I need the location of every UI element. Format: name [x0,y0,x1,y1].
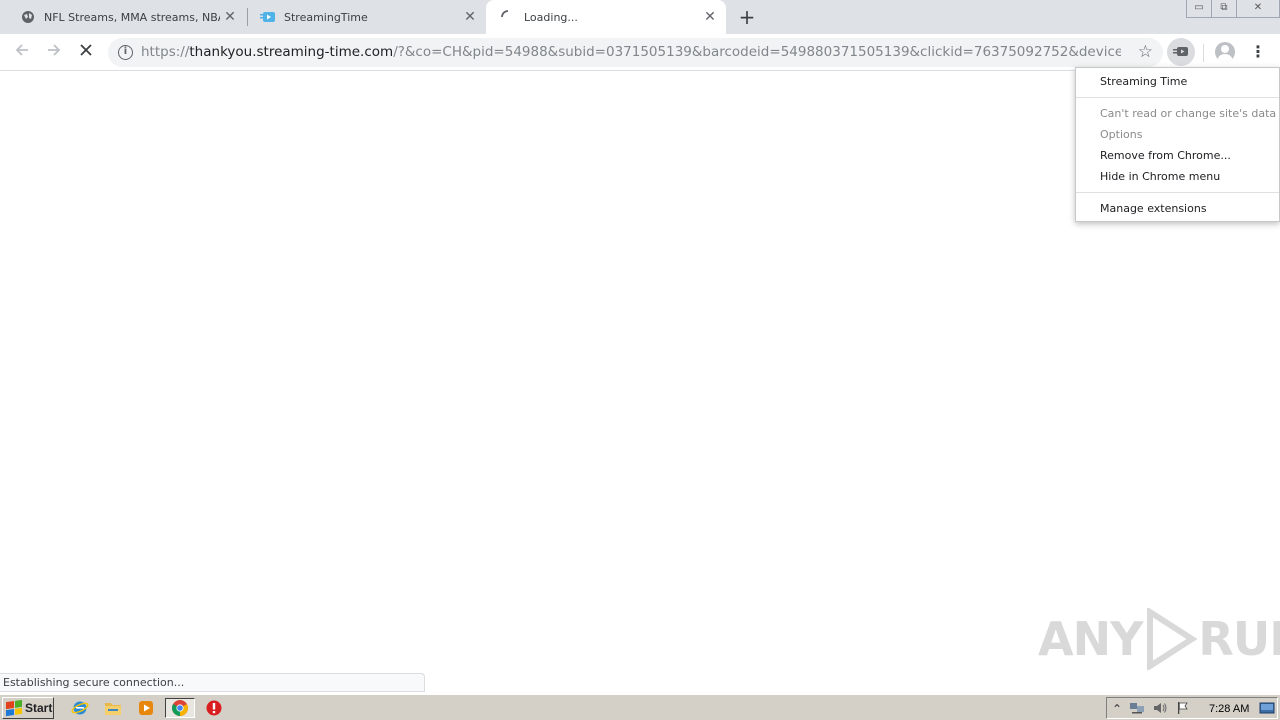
tab-strip: NFL Streams, MMA streams, NBA streams ✕ … [0,0,1280,34]
start-button[interactable]: Start [2,697,54,719]
address-bar[interactable]: i https://thankyou.streaming-time.com/?&… [108,38,1163,67]
menu-item-site-access: Can't read or change site's data [1100,107,1277,120]
menu-item-manage-extensions[interactable]: Manage extensions [1100,199,1207,219]
menu-item-extension-name[interactable]: Streaming Time [1100,72,1187,92]
site-info-icon[interactable]: i [118,45,133,60]
status-bubble: Establishing secure connection... [0,673,425,692]
media-player-icon[interactable] [135,698,157,718]
menu-item-options: Options [1100,128,1143,141]
url-host: thankyou.streaming-time.com [189,44,394,60]
stop-icon[interactable] [203,698,225,718]
streaming-time-extension-button[interactable] [1167,38,1195,66]
start-label: Start [25,701,53,715]
internet-explorer-icon[interactable] [69,698,91,718]
minimize-button[interactable]: ▭ [1186,0,1212,18]
menu-separator [1076,97,1279,98]
tab-nfl-streams[interactable]: NFL Streams, MMA streams, NBA streams ✕ [0,0,246,34]
browser-toolbar: i https://thankyou.streaming-time.com/?&… [0,34,1280,71]
show-desktop-icon[interactable] [1259,701,1275,717]
extension-context-menu: Streaming Time Can't read or change site… [1075,67,1280,222]
tab-streamingtime[interactable]: StreamingTime ✕ [246,0,486,34]
window-controls: ▭ ⧉ ✕ [1186,0,1280,18]
tab-title: Loading... [524,10,578,24]
back-button[interactable] [12,42,32,62]
streaming-time-extension-icon [1173,47,1188,56]
network-icon[interactable] [1129,701,1145,717]
tab-loading-active[interactable]: Loading... ✕ [486,0,726,34]
new-tab-button[interactable]: + [737,7,757,27]
chrome-icon[interactable] [165,698,195,718]
taskbar-clock[interactable]: 7:28 AM [1209,701,1249,717]
globe-icon [20,9,36,25]
loading-spinner-icon [500,9,516,25]
watermark-text-right: RUN [1198,612,1280,666]
url-path: /?&co=CH&pid=54988&subid=0371505139&barc… [393,44,1121,60]
action-center-flag-icon[interactable] [1175,701,1191,717]
watermark-text-left: ANY [1038,612,1143,666]
menu-separator [1076,192,1279,193]
restore-button[interactable]: ⧉ [1211,0,1237,18]
tab-title: NFL Streams, MMA streams, NBA streams [44,10,220,24]
url-scheme: https:// [141,44,190,60]
streamingtime-icon [260,9,276,25]
volume-icon[interactable] [1152,701,1168,717]
tab-close-icon[interactable]: ✕ [222,9,238,25]
windows-taskbar: Start ⌃ 7:28 AM [0,694,1280,720]
tab-close-icon[interactable]: ✕ [462,9,478,25]
show-hidden-icons-icon[interactable]: ⌃ [1109,701,1125,717]
chrome-menu-icon[interactable]: ⋮ [1250,42,1266,62]
tab-title: StreamingTime [284,10,368,24]
file-explorer-icon[interactable] [102,698,124,718]
windows-flag-icon [6,699,22,717]
system-tray: ⌃ 7:28 AM [1106,697,1278,719]
bookmark-star-icon[interactable]: ☆ [1138,42,1153,62]
anyrun-watermark: ANY RUN [1038,608,1280,670]
close-window-button[interactable]: ✕ [1236,0,1280,18]
menu-item-hide-in-chrome-menu[interactable]: Hide in Chrome menu [1100,167,1220,187]
menu-item-remove-from-chrome[interactable]: Remove from Chrome... [1100,146,1231,166]
play-logo-icon [1147,608,1198,670]
profile-avatar-icon[interactable] [1215,42,1235,62]
stop-loading-button[interactable] [76,42,96,62]
forward-button[interactable] [44,42,64,62]
toolbar-separator [1203,44,1204,62]
tab-close-icon[interactable]: ✕ [702,9,718,25]
url-text[interactable]: https://thankyou.streaming-time.com/?&co… [141,44,1121,60]
